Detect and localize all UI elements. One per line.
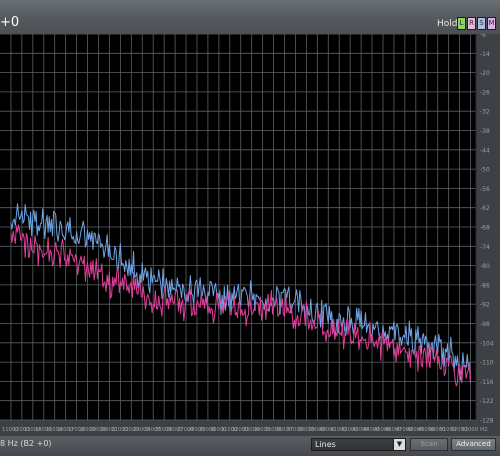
y-tick-label: -110 (480, 360, 494, 367)
y-tick-label: -44 (480, 147, 490, 154)
y-tick-label: -32 (480, 109, 490, 116)
y-tick-label: -80 (480, 263, 490, 270)
y-tick-label: -50 (480, 167, 490, 174)
y-tick-label: -56 (480, 186, 490, 193)
chevron-down-icon[interactable]: ▼ (393, 439, 405, 450)
y-tick-label: -104 (480, 340, 494, 347)
y-tick-label: -116 (480, 379, 494, 386)
hold-button-side[interactable]: S (477, 17, 486, 30)
scan-button[interactable]: Scan (410, 438, 448, 451)
hold-button-left[interactable]: L (457, 17, 466, 30)
y-tick-label: -122 (480, 398, 494, 405)
y-tick-label: -62 (480, 205, 490, 212)
x-tick-label: 53000 (462, 427, 479, 433)
cursor-readout: 8 Hz (B2 +0) (0, 439, 52, 448)
y-tick-label: -74 (480, 244, 490, 251)
analyzer-title-bar (0, 0, 500, 34)
advanced-button[interactable]: Advanced (451, 438, 496, 451)
y-tick-label: -86 (480, 282, 490, 289)
y-tick-label: -20 (480, 70, 490, 77)
spectrum-plot[interactable]: -8 -14 -20 -26 -32 -38 -44 -50 -56 -62 -68 -74 -80 -8… (0, 34, 500, 436)
y-tick-label: -128 (480, 418, 494, 425)
display-mode-value: Lines (315, 440, 336, 449)
y-tick-label: -14 (480, 51, 490, 58)
hold-button-right[interactable]: R (467, 17, 476, 30)
y-tick-label: -8 (480, 34, 486, 39)
x-unit-label: Hz (480, 426, 488, 433)
y-tick-label: -26 (480, 89, 490, 96)
y-tick-label: -92 (480, 302, 490, 309)
y-tick-label: -98 (480, 321, 490, 328)
hold-label: Hold (437, 19, 458, 29)
y-tick-label: -68 (480, 225, 490, 232)
hold-button-mid[interactable]: M (487, 17, 496, 30)
display-mode-dropdown[interactable]: Lines ▼ (311, 438, 406, 451)
y-tick-label: -38 (480, 128, 490, 135)
channel-label: +0 (0, 15, 20, 30)
